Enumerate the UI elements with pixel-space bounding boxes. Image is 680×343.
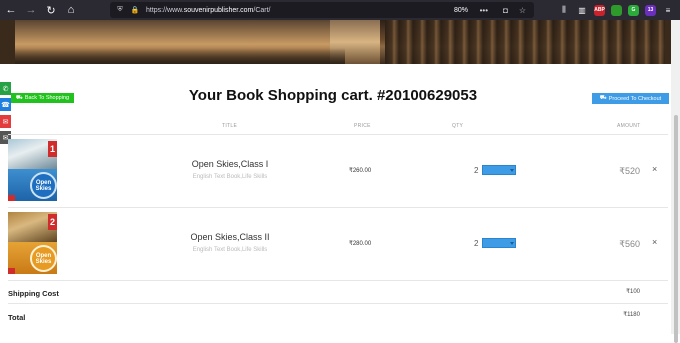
menu-icon[interactable]: ≡ xyxy=(662,4,674,16)
book-cover-image[interactable]: 1 Open Skies xyxy=(8,139,57,201)
book-cover-image[interactable]: 2 Open Skies xyxy=(8,212,57,274)
divider xyxy=(8,303,668,304)
home-icon[interactable]: ⌂ xyxy=(64,3,78,17)
cart-icon: ⛟ xyxy=(599,95,607,101)
shipping-cost-label: Shipping Cost xyxy=(8,289,59,298)
line-amount: ₹560 xyxy=(619,239,640,249)
adblock-extension-icon[interactable]: ABP xyxy=(594,4,605,16)
page-actions-icon[interactable]: ••• xyxy=(480,6,488,15)
reload-icon[interactable]: ↻ xyxy=(44,3,58,17)
page-scrollbar[interactable] xyxy=(671,20,680,343)
divider xyxy=(8,134,668,135)
line-amount: ₹520 xyxy=(619,166,640,176)
quantity-value: 2 xyxy=(474,166,479,175)
chat-icon[interactable]: ✉ xyxy=(0,115,11,128)
column-header-price: PRICE xyxy=(354,123,371,129)
lock-icon[interactable]: 🔒 xyxy=(130,6,140,14)
product-subtitle: English Text Book,Life Skills xyxy=(192,174,268,180)
notification-extension-icon[interactable]: 13 xyxy=(645,4,656,16)
product-price: ₹280.00 xyxy=(349,241,372,247)
quantity-select[interactable] xyxy=(482,238,516,248)
quantity-value: 2 xyxy=(474,239,479,248)
whatsapp-icon[interactable]: ✆ xyxy=(0,82,11,95)
proceed-to-checkout-button[interactable]: ⛟ Proceed To Checkout xyxy=(592,93,669,104)
remove-item-icon[interactable]: × xyxy=(652,237,657,247)
total-label: Total xyxy=(8,313,26,322)
address-bar[interactable]: ⛨ 🔒 https://www.souvenirpublisher.com/Ca… xyxy=(110,2,534,18)
column-header-amount: AMOUNT xyxy=(617,123,641,129)
column-header-qty: QTY xyxy=(452,123,464,129)
pocket-icon[interactable]: ◘ xyxy=(503,6,508,15)
sidebar-icon[interactable]: ▥ xyxy=(576,4,588,16)
product-price: ₹260.00 xyxy=(349,168,372,174)
zoom-level[interactable]: 80% xyxy=(454,7,468,14)
back-arrow-icon[interactable]: ← xyxy=(4,3,18,17)
shipping-cost-value: ₹100 xyxy=(626,289,640,295)
product-name[interactable]: Open Skies,Class II xyxy=(150,232,310,242)
url-text[interactable]: https://www.souvenirpublisher.com/Cart/ xyxy=(146,7,271,14)
extension-icon[interactable] xyxy=(611,4,622,16)
library-icon[interactable]: ⫼ xyxy=(558,4,570,16)
hero-image xyxy=(15,20,665,64)
product-name[interactable]: Open Skies,Class I xyxy=(150,159,310,169)
phone-icon[interactable]: ☎ xyxy=(0,98,11,111)
back-to-shopping-button[interactable]: ⛟ Back To Shopping xyxy=(11,93,74,103)
divider xyxy=(8,207,668,208)
scrollbar-thumb[interactable] xyxy=(674,115,678,343)
browser-toolbar: ← → ↻ ⌂ ⛨ 🔒 https://www.souvenirpublishe… xyxy=(0,0,680,20)
product-subtitle: English Text Book,Life Skills xyxy=(192,247,268,253)
column-header-title: TITLE xyxy=(222,123,238,129)
bookmark-star-icon[interactable]: ☆ xyxy=(519,6,526,15)
hero-banner xyxy=(0,20,680,64)
forward-arrow-icon[interactable]: → xyxy=(24,3,38,17)
remove-item-icon[interactable]: × xyxy=(652,164,657,174)
grammar-extension-icon[interactable]: G xyxy=(628,4,639,16)
total-value: ₹1180 xyxy=(623,312,640,318)
shield-icon[interactable]: ⛨ xyxy=(115,6,125,14)
cart-icon: ⛟ xyxy=(15,94,23,101)
page-title: Your Book Shopping cart. #20100629053 xyxy=(188,87,478,104)
quantity-select[interactable] xyxy=(482,165,516,175)
divider xyxy=(8,280,668,281)
